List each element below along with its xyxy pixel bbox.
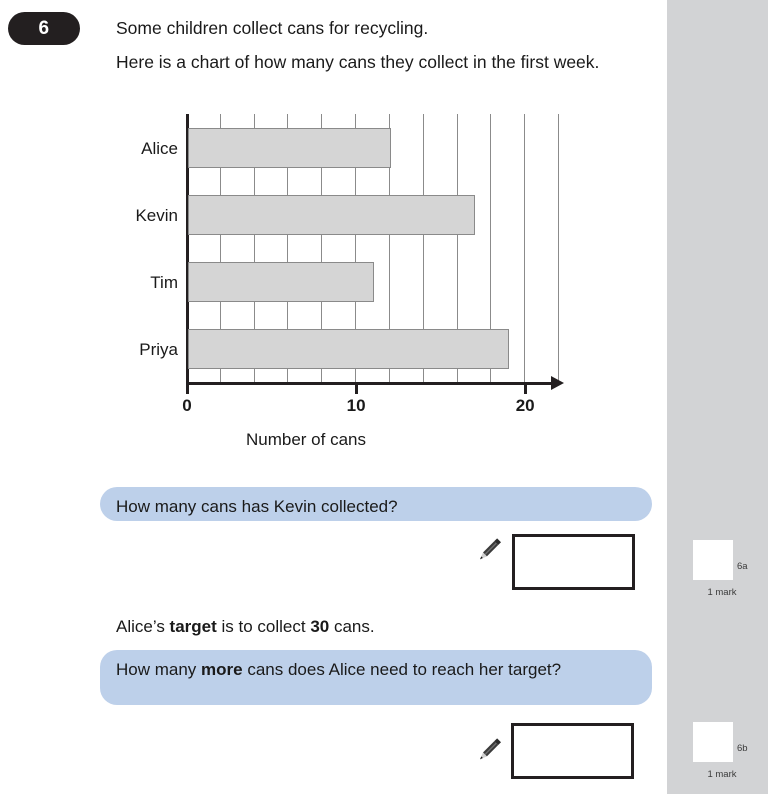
statement-suffix: cans. — [329, 617, 375, 636]
chart-bar — [188, 194, 476, 235]
mark-id-label: 6b — [737, 743, 748, 754]
chart-category-labels: Alice Kevin Tim Priya — [116, 114, 178, 382]
intro-line-1: Some children collect cans for recycling… — [116, 18, 429, 38]
worksheet-page: 6 Some children collect cans for recycli… — [0, 0, 768, 794]
chart-x-axis-title: Number of cans — [246, 430, 366, 449]
question-b-suffix: cans does Alice need to reach her target… — [242, 660, 562, 679]
question-banner-b: How many more cans does Alice need to re… — [100, 650, 652, 705]
statement-bold-target: target — [169, 617, 217, 636]
chart-x-tick-label: 10 — [346, 396, 366, 415]
chart-category-label: Alice — [141, 138, 178, 158]
mark-id-label: 6a — [737, 561, 748, 572]
chart-plot-area: 0 10 20 — [182, 114, 566, 414]
statement-middle: is to collect — [216, 617, 311, 636]
mark-entry-box[interactable] — [693, 540, 733, 580]
chart-gridline — [524, 114, 526, 382]
chart-bar — [188, 127, 391, 168]
chart-bar — [188, 328, 510, 369]
chart-category-label: Kevin — [135, 205, 178, 225]
intro-line-2: Here is a chart of how many cans they co… — [116, 51, 600, 72]
answer-box-b[interactable] — [511, 723, 634, 779]
question-b-prefix: How many — [116, 660, 202, 679]
chart-gridline — [558, 114, 559, 382]
question-b-bold: more — [201, 660, 243, 679]
intro-text: Some children collect cans for recycling… — [116, 16, 636, 84]
pencil-icon — [479, 738, 502, 760]
question-number-badge: 6 — [8, 12, 80, 45]
chart-x-tick-label: 20 — [515, 396, 535, 415]
question-banner-a: How many cans has Kevin collected? — [100, 487, 652, 521]
chart-x-tick — [524, 385, 528, 394]
statement-bold-number: 30 — [310, 617, 330, 636]
chart-category-label: Tim — [150, 272, 178, 292]
question-number-label: 6 — [38, 18, 50, 39]
chart-x-tick-label: 0 — [182, 396, 192, 415]
bar-chart: Alice Kevin Tim Priya 0 10 20 Number of cans — [116, 114, 616, 464]
chart-x-axis — [186, 382, 552, 385]
chart-bar — [188, 261, 374, 302]
target-statement: Alice’s target is to collect 30 cans. — [116, 615, 375, 639]
mark-count-label: 1 mark — [707, 587, 737, 598]
question-a-text: How many cans has Kevin collected? — [116, 497, 398, 516]
answer-box-a[interactable] — [512, 534, 635, 590]
pencil-icon — [479, 538, 502, 560]
marks-sidebar: 6a 1 mark 6b 1 mark — [667, 0, 768, 794]
chart-x-tick — [355, 385, 359, 394]
chart-x-tick — [186, 385, 189, 394]
chart-x-axis-arrow-icon — [551, 376, 564, 390]
mark-entry-box[interactable] — [693, 722, 733, 762]
mark-count-label: 1 mark — [707, 769, 737, 780]
statement-prefix: Alice’s — [116, 617, 170, 636]
chart-category-label: Priya — [139, 339, 178, 359]
